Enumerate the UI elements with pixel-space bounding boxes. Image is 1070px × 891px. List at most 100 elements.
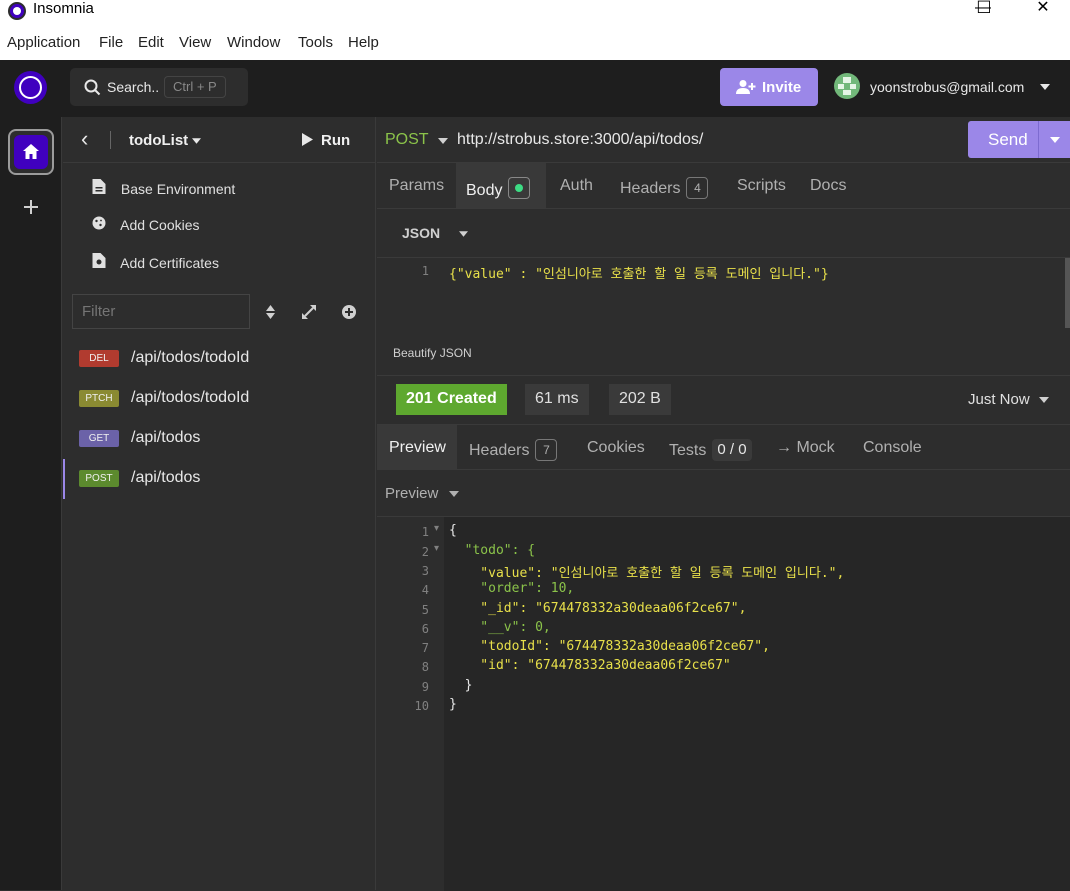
tab-console[interactable]: Console (863, 425, 922, 470)
add-cookies-link[interactable]: Add Cookies (91, 216, 200, 233)
response-history-dropdown[interactable]: Just Now (968, 391, 1030, 408)
url-bar: POST http://strobus.store:3000/api/todos… (377, 117, 1070, 163)
method-select[interactable]: POST (385, 131, 429, 149)
tab-docs[interactable]: Docs (810, 163, 846, 208)
add-cookies-label: Add Cookies (120, 217, 200, 233)
send-divider (1038, 121, 1039, 158)
maximize-button[interactable]: ☐ (961, 0, 1007, 20)
base-environment-label: Base Environment (120, 181, 236, 197)
insomnia-logo[interactable] (14, 71, 47, 104)
method-chevron-down-icon[interactable] (438, 138, 448, 144)
method-badge: DEL (79, 350, 119, 367)
search-button[interactable]: Search.. Ctrl + P (70, 68, 248, 106)
code-line: { (449, 523, 457, 538)
response-pane: 201 Created 61 ms 202 B Just Now Preview… (377, 375, 1070, 891)
file-icon (92, 179, 106, 194)
json-code: { "todo": { "value": "인섬니아로 호출한 할 일 등록 도… (444, 517, 1070, 891)
tab-scripts[interactable]: Scripts (737, 163, 786, 208)
beautify-json-button[interactable]: Beautify JSON (393, 346, 472, 360)
certificate-icon (92, 253, 106, 268)
tab-tests[interactable]: Tests 0 / 0 (669, 425, 752, 470)
window-title: Insomnia (33, 0, 94, 17)
add-request-icon[interactable] (342, 305, 356, 319)
play-icon[interactable] (302, 133, 313, 146)
tab-preview[interactable]: Preview (377, 425, 457, 470)
menu-application[interactable]: Application (7, 34, 80, 51)
send-options-chevron-icon[interactable] (1050, 137, 1060, 143)
run-button[interactable]: Run (321, 132, 350, 149)
title-bar: Insomnia — ☐ ✕ (0, 0, 1070, 28)
home-button[interactable] (8, 129, 54, 175)
tab-cookies[interactable]: Cookies (587, 425, 645, 470)
code-line: "todo": { (449, 543, 536, 558)
left-rail (0, 117, 62, 890)
menu-help[interactable]: Help (348, 34, 379, 51)
url-input[interactable]: http://strobus.store:3000/api/todos/ (457, 131, 703, 149)
tab-params[interactable]: Params (389, 163, 444, 208)
project-bar: ‹ todoList Run (63, 117, 376, 163)
search-shortcut: Ctrl + P (164, 76, 226, 98)
menu-window[interactable]: Window (227, 34, 280, 51)
history-chevron-icon[interactable] (1039, 397, 1049, 403)
fold-icon[interactable]: ▾ (434, 523, 439, 534)
filter-input[interactable] (72, 294, 250, 329)
tests-count-badge: 0 / 0 (712, 439, 752, 461)
sort-icon[interactable] (266, 305, 275, 319)
project-name[interactable]: todoList (129, 132, 188, 149)
code-line: "order": 10, (449, 581, 575, 596)
line-number: 5 (421, 603, 429, 617)
request-item[interactable]: PTCH /api/todos/todoId (63, 379, 376, 419)
request-tabs: Params Body Auth Headers 4 Scripts Docs (377, 163, 1070, 209)
base-environment-link[interactable]: Base Environment (91, 179, 235, 197)
request-path: /api/todos (131, 469, 201, 486)
tab-mock[interactable]: → Mock (776, 425, 835, 470)
request-item[interactable]: DEL /api/todos/todoId (63, 339, 376, 379)
body-type-chevron-icon[interactable] (459, 231, 468, 237)
invite-label: Invite (762, 79, 802, 96)
request-path: /api/todos (131, 429, 201, 446)
search-icon (84, 79, 101, 96)
preview-mode-select[interactable]: Preview (385, 485, 438, 502)
project-chevron-down-icon[interactable] (192, 138, 201, 144)
headers-count-badge: 4 (686, 177, 709, 199)
editor-scrollbar[interactable] (1065, 258, 1070, 328)
body-editor[interactable]: 1 {"value" : "인섬니아로 호출한 할 일 등록 도메인 입니다."… (377, 257, 1070, 328)
code-line: "value": "인섬니아로 호출한 할 일 등록 도메인 입니다.", (449, 566, 845, 581)
code-line: "_id": "674478332a30deaa06f2ce67", (449, 601, 747, 616)
request-item-active[interactable]: POST /api/todos (63, 459, 376, 499)
chevron-down-icon[interactable] (1040, 84, 1050, 90)
request-path: /api/todos/todoId (131, 389, 250, 406)
body-type-select[interactable]: JSON (402, 225, 440, 241)
menu-view[interactable]: View (179, 34, 211, 51)
code-line: "id": "674478332a30deaa06f2ce67" (449, 658, 731, 673)
menu-edit[interactable]: Edit (138, 34, 164, 51)
home-icon (23, 144, 39, 159)
response-viewer[interactable]: 1 ▾ 2 ▾ 3 4 5 6 7 8 9 10 { "todo": { "va… (377, 517, 1070, 891)
app-header: Search.. Ctrl + P Invite yoonstrobus@gma… (0, 60, 1070, 117)
expand-icon[interactable] (302, 305, 316, 319)
send-button[interactable]: Send (968, 121, 1070, 158)
method-badge: PTCH (79, 390, 119, 407)
fold-icon[interactable]: ▾ (434, 543, 439, 554)
user-email[interactable]: yoonstrobus@gmail.com (870, 79, 1024, 95)
tab-response-headers[interactable]: Headers 7 (469, 425, 558, 470)
line-number: 1 (421, 525, 429, 539)
back-icon[interactable]: ‹ (81, 126, 88, 152)
size-badge: 202 B (609, 384, 671, 415)
avatar[interactable] (834, 73, 860, 99)
tab-headers[interactable]: Headers 4 (620, 163, 709, 208)
request-item[interactable]: GET /api/todos (63, 419, 376, 459)
line-number: 8 (421, 660, 429, 674)
method-badge: GET (79, 430, 119, 447)
plus-icon[interactable] (24, 200, 38, 214)
menu-file[interactable]: File (99, 34, 123, 51)
code-line: "__v": 0, (449, 620, 551, 635)
invite-button[interactable]: Invite (720, 68, 818, 106)
preview-mode-chevron-icon[interactable] (449, 491, 459, 497)
tab-body[interactable]: Body (456, 163, 546, 208)
menu-tools[interactable]: Tools (298, 34, 333, 51)
tab-auth[interactable]: Auth (560, 163, 593, 208)
line-number: 7 (421, 641, 429, 655)
close-button[interactable]: ✕ (1020, 0, 1066, 20)
add-certificates-link[interactable]: Add Certificates (91, 253, 219, 271)
